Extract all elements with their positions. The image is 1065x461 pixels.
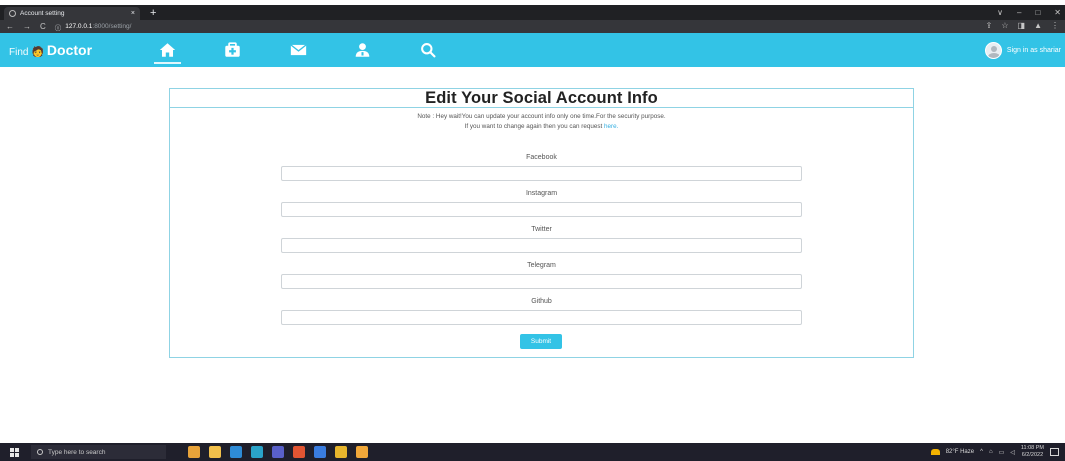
clock[interactable]: 11:08 PM 6/2/2022 bbox=[1021, 445, 1044, 459]
page-title: Edit Your Social Account Info bbox=[425, 89, 658, 107]
chrome-icon[interactable] bbox=[356, 446, 368, 458]
folder-icon[interactable] bbox=[335, 446, 347, 458]
url-host: 127.0.0.1 bbox=[65, 23, 93, 30]
facebook-input[interactable] bbox=[281, 166, 802, 181]
brand-prefix: Find bbox=[9, 47, 29, 58]
clock-date: 6/2/2022 bbox=[1021, 452, 1044, 458]
volume-icon[interactable]: ◁ bbox=[1010, 449, 1015, 456]
url-path: :8000/setting/ bbox=[92, 23, 132, 30]
address-bar-row: ← → C ⓘ 127.0.0.1:8000/setting/ ⇪ ☆ ◨ ▲ … bbox=[0, 20, 1065, 33]
twitter-label: Twitter bbox=[531, 226, 552, 233]
info-icon: ⓘ bbox=[54, 24, 62, 32]
search-icon[interactable] bbox=[418, 41, 438, 59]
edge-icon[interactable] bbox=[230, 446, 242, 458]
twitter-input[interactable] bbox=[281, 238, 802, 253]
app-icon[interactable] bbox=[272, 446, 284, 458]
github-label: Github bbox=[531, 298, 552, 305]
request-here-link[interactable]: here. bbox=[604, 123, 618, 130]
mail-icon[interactable] bbox=[288, 41, 308, 59]
maximize-icon[interactable]: □ bbox=[1035, 8, 1040, 18]
social-account-card: Edit Your Social Account Info Note : Hey… bbox=[169, 88, 914, 358]
instagram-label: Instagram bbox=[525, 190, 558, 197]
brand-name: Doctor bbox=[46, 42, 93, 58]
avatar bbox=[984, 42, 1002, 59]
tab-close-icon[interactable]: × bbox=[131, 10, 135, 17]
screen: Account setting × + ∨ – □ ✕ ← → C ⓘ 127.… bbox=[0, 0, 1065, 461]
reload-icon[interactable]: C bbox=[40, 22, 46, 31]
forward-icon[interactable]: → bbox=[23, 22, 31, 31]
app-icon[interactable] bbox=[293, 446, 305, 458]
browser-toolbar-right: ⇪ ☆ ◨ ▲ ⋮ bbox=[986, 21, 1059, 30]
windows-start-icon[interactable] bbox=[10, 448, 19, 457]
active-nav-indicator bbox=[154, 62, 181, 64]
browser-tab-bar: Account setting × + ∨ – □ ✕ bbox=[0, 5, 1065, 20]
medical-kit-icon[interactable] bbox=[222, 41, 242, 59]
app-icon[interactable] bbox=[188, 446, 200, 458]
submit-button[interactable]: Submit bbox=[520, 334, 562, 349]
instagram-input[interactable] bbox=[281, 202, 802, 217]
back-icon[interactable]: ← bbox=[6, 22, 14, 31]
weather-icon bbox=[930, 449, 940, 455]
note-line-2-text: If you want to change again then you can… bbox=[464, 123, 603, 130]
weather-text[interactable]: 82°F Haze bbox=[946, 449, 974, 455]
note-text: Note : Hey wait!You can update your acco… bbox=[170, 112, 913, 132]
telegram-label: Telegram bbox=[527, 262, 556, 269]
battery-icon[interactable]: ▭ bbox=[999, 449, 1005, 456]
user-menu[interactable]: Sign in as shariar bbox=[984, 42, 1061, 59]
notification-icon[interactable] bbox=[1050, 448, 1059, 456]
taskbar-apps bbox=[188, 446, 368, 458]
home-icon[interactable] bbox=[157, 41, 177, 59]
store-icon[interactable] bbox=[251, 446, 263, 458]
tab-search-icon[interactable]: ∨ bbox=[997, 8, 1003, 18]
bookmark-star-icon[interactable]: ☆ bbox=[1001, 21, 1008, 30]
tab-title: Account setting bbox=[20, 10, 65, 17]
share-icon[interactable]: ⇪ bbox=[986, 21, 993, 30]
globe-icon bbox=[9, 10, 16, 17]
profile-icon[interactable]: ▲ bbox=[1034, 21, 1042, 30]
taskbar: Type here to search 82°F Haze ^ ⌂ ▭ ◁ 11… bbox=[0, 443, 1065, 461]
vscode-icon[interactable] bbox=[314, 446, 326, 458]
clock-time: 11:08 PM bbox=[1020, 445, 1044, 451]
browser-tab[interactable]: Account setting × bbox=[4, 7, 140, 20]
network-icon[interactable]: ⌂ bbox=[989, 449, 993, 455]
doctor-icon: 🧑 bbox=[31, 47, 44, 58]
site-navbar: Find 🧑 Doctor Sign in as shariar bbox=[0, 33, 1065, 67]
app-icon[interactable] bbox=[209, 446, 221, 458]
brand-logo[interactable]: Find 🧑 Doctor bbox=[9, 42, 92, 58]
signin-label: Sign in as shariar bbox=[1006, 47, 1061, 54]
search-icon bbox=[37, 449, 43, 455]
new-tab-button[interactable]: + bbox=[150, 7, 156, 19]
taskbar-search-placeholder: Type here to search bbox=[48, 448, 106, 456]
telegram-input[interactable] bbox=[281, 274, 802, 289]
close-window-icon[interactable]: ✕ bbox=[1054, 8, 1061, 18]
note-line-1: Note : Hey wait!You can update your acco… bbox=[417, 113, 666, 120]
note-line-2: If you want to change again then you can… bbox=[170, 122, 913, 132]
facebook-label: Facebook bbox=[526, 154, 557, 161]
github-input[interactable] bbox=[281, 310, 802, 325]
card-header: Edit Your Social Account Info bbox=[170, 89, 913, 108]
menu-icon[interactable]: ⋮ bbox=[1051, 21, 1059, 30]
url-field[interactable]: ⓘ 127.0.0.1:8000/setting/ bbox=[55, 22, 132, 32]
tray-chevron-icon[interactable]: ^ bbox=[980, 449, 983, 455]
minimize-icon[interactable]: – bbox=[1017, 8, 1021, 18]
sidebar-icon[interactable]: ◨ bbox=[1018, 21, 1026, 30]
taskbar-search[interactable]: Type here to search bbox=[31, 445, 166, 459]
doctors-icon[interactable] bbox=[352, 41, 372, 59]
system-tray: 82°F Haze ^ ⌂ ▭ ◁ 11:08 PM 6/2/2022 bbox=[930, 445, 1059, 459]
window-controls: ∨ – □ ✕ bbox=[997, 8, 1061, 18]
